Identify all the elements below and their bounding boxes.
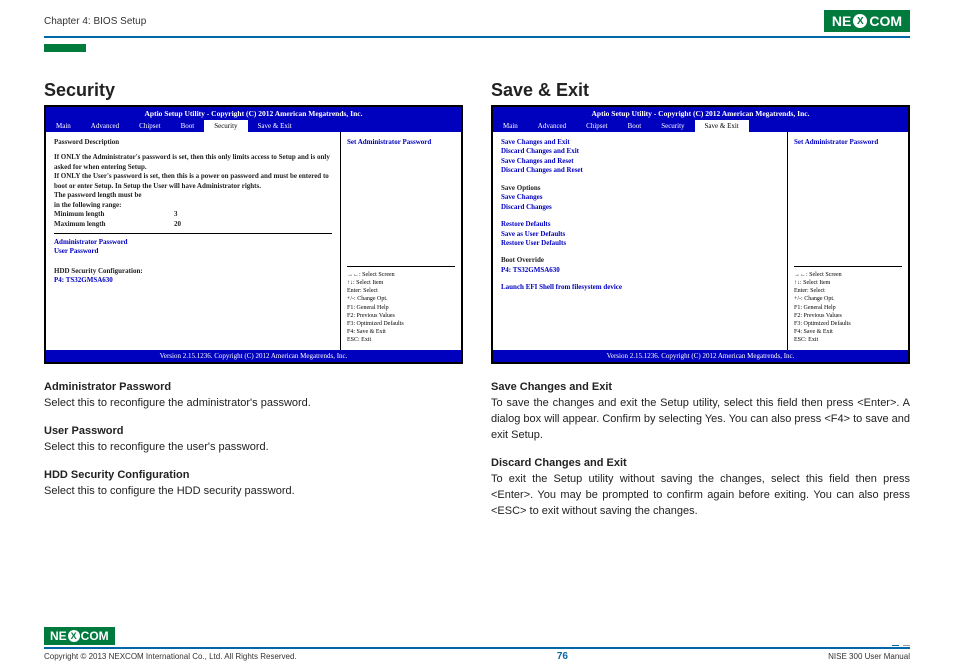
bios-tab[interactable]: Main [493,120,528,132]
bios-tab[interactable]: Boot [618,120,652,132]
bios-menu-item[interactable]: Save Changes [501,193,779,202]
desc-title: Discard Changes and Exit [491,456,910,472]
save-options-head: Save Options [501,184,779,193]
bios-menu-item[interactable]: Discard Changes and Exit [501,147,779,156]
bios-menu-item[interactable]: Save Changes and Reset [501,157,779,166]
pwd-desc-head: Password Description [54,138,332,147]
bios-menu-item[interactable]: Restore User Defaults [501,239,779,248]
boot-device-item[interactable]: P4: TS32GMSA630 [501,266,779,275]
logo-x-icon: X [68,630,80,642]
desc-body: Select this to configure the HDD securit… [44,484,463,500]
desc-title: User Password [44,424,463,440]
right-column: Save & Exit Aptio Setup Utility - Copyri… [491,80,910,532]
footer-logo: NEXCOM [44,627,910,645]
accent-tab [44,44,86,52]
bios-tab[interactable]: Chipset [576,120,617,132]
manual-name: NISE 300 User Manual [828,652,910,661]
desc-body: To exit the Setup utility without saving… [491,472,910,520]
bios-security-box: Aptio Setup Utility - Copyright (C) 2012… [44,105,463,364]
help-text: Set Administrator Password [347,138,455,146]
hdd-device-item[interactable]: P4: TS32GMSA630 [54,276,332,285]
help-text: Set Administrator Password [794,138,902,146]
top-bar: Chapter 4: BIOS Setup NE X COM [44,10,910,38]
bios-menu-item[interactable]: Save Changes and Exit [501,138,779,147]
bios-footer: Version 2.15.1236. Copyright (C) 2012 Am… [493,350,908,362]
bios-tab[interactable]: Security [204,120,247,132]
desc-title: Save Changes and Exit [491,380,910,396]
bios-tabs: MainAdvancedChipsetBootSecuritySave & Ex… [493,120,908,132]
bios-tab[interactable]: Advanced [81,120,129,132]
user-password-item[interactable]: User Password [54,247,332,256]
bios-menu-item[interactable]: Discard Changes and Reset [501,166,779,175]
bios-menu-item[interactable]: Save as User Defaults [501,230,779,239]
bios-menu-item[interactable]: Discard Changes [501,203,779,212]
desc-body: Select this to reconfigure the administr… [44,396,463,412]
bios-title: Aptio Setup Utility - Copyright (C) 2012… [493,107,908,120]
bios-right-panel: Set Administrator Password →←: Select Sc… [788,132,908,350]
left-column: Security Aptio Setup Utility - Copyright… [44,80,463,532]
bios-tab[interactable]: Save & Exit [695,120,749,132]
heading-security: Security [44,80,463,101]
desc-right: Save Changes and ExitTo save the changes… [491,380,910,520]
bios-title: Aptio Setup Utility - Copyright (C) 2012… [46,107,461,120]
bios-left-panel: Save Changes and ExitDiscard Changes and… [493,132,788,350]
page-footer: NEXCOM Copyright © 2013 NEXCOM Internati… [44,627,910,662]
bios-tab[interactable]: Chipset [129,120,170,132]
bios-tab[interactable]: Main [46,120,81,132]
bios-tab[interactable]: Boot [171,120,205,132]
bios-footer: Version 2.15.1236. Copyright (C) 2012 Am… [46,350,461,362]
bios-tab[interactable]: Security [651,120,694,132]
logo-x-icon: X [853,14,867,28]
chapter-label: Chapter 4: BIOS Setup [44,16,146,27]
boot-override-head: Boot Override [501,256,779,265]
launch-efi-item[interactable]: Launch EFI Shell from filesystem device [501,283,779,292]
key-legend: →←: Select Screen↑↓: Select ItemEnter: S… [347,266,455,344]
admin-password-item[interactable]: Administrator Password [54,238,332,247]
desc-title: HDD Security Configuration [44,468,463,484]
key-legend: →←: Select Screen↑↓: Select ItemEnter: S… [794,266,902,344]
bios-right-panel: Set Administrator Password →←: Select Sc… [341,132,461,350]
bios-tab[interactable]: Advanced [528,120,576,132]
desc-body: Select this to reconfigure the user's pa… [44,440,463,456]
heading-save-exit: Save & Exit [491,80,910,101]
len-head: The password length must be in the follo… [54,191,332,210]
desc-left: Administrator PasswordSelect this to rec… [44,380,463,500]
logo: NE X COM [824,10,910,32]
page-number: 76 [557,651,568,662]
desc-body: To save the changes and exit the Setup u… [491,396,910,444]
copyright: Copyright © 2013 NEXCOM International Co… [44,652,297,661]
desc-title: Administrator Password [44,380,463,396]
bios-tab[interactable]: Save & Exit [248,120,302,132]
hdd-head: HDD Security Configuration: [54,267,332,276]
bios-menu-item[interactable]: Restore Defaults [501,220,779,229]
bios-left-panel: Password Description If ONLY the Adminis… [46,132,341,350]
pwd-desc-body: If ONLY the Administrator's password is … [54,153,332,191]
bios-tabs: MainAdvancedChipsetBootSecuritySave & Ex… [46,120,461,132]
bios-saveexit-box: Aptio Setup Utility - Copyright (C) 2012… [491,105,910,364]
